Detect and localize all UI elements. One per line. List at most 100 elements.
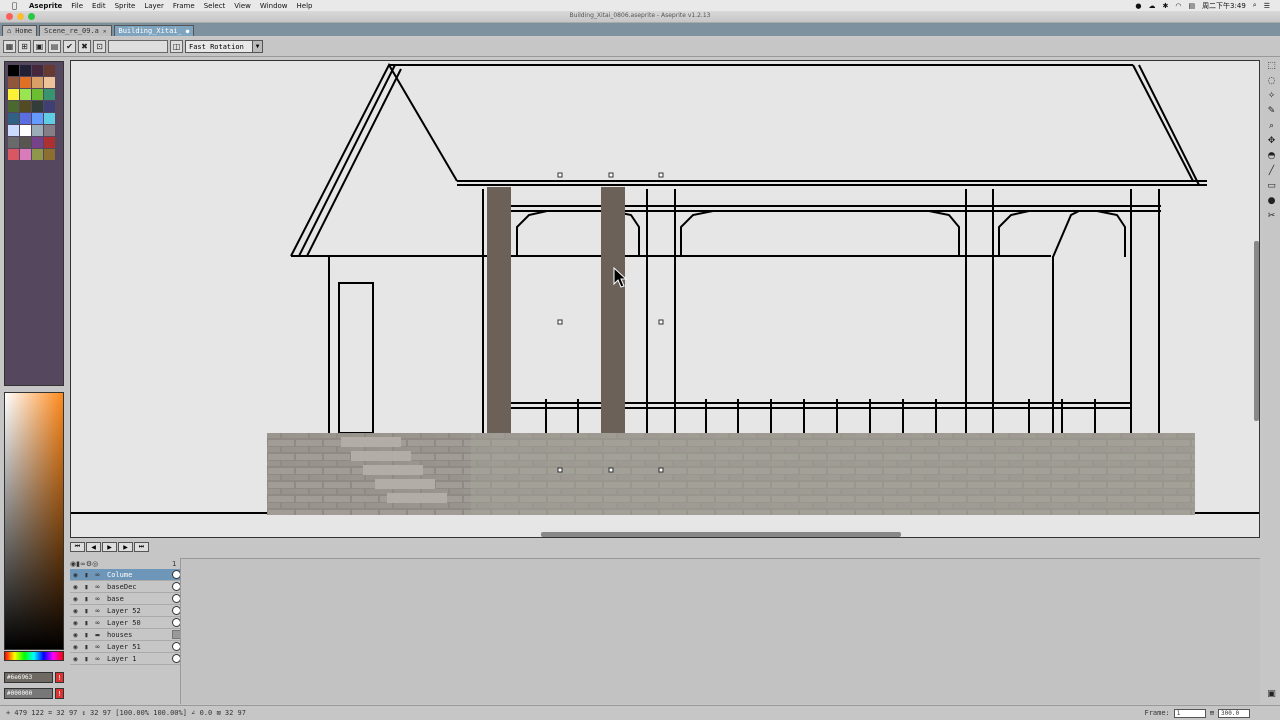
palette-swatch[interactable] bbox=[20, 77, 31, 88]
tab-building[interactable]: Building_Xitai_ ● bbox=[113, 25, 195, 36]
previous-frame-icon[interactable]: ◀ bbox=[86, 542, 101, 552]
menu-edit[interactable]: Edit bbox=[92, 2, 106, 10]
lock-icon[interactable]: ▮ bbox=[81, 583, 92, 591]
palette-swatch[interactable] bbox=[32, 101, 43, 112]
menu-help[interactable]: Help bbox=[297, 2, 313, 10]
layer-row[interactable]: ◉ ▮ ▬ houses bbox=[70, 629, 181, 641]
frame-header[interactable]: 1 bbox=[172, 560, 176, 568]
play-icon[interactable]: ▶ bbox=[102, 542, 117, 552]
palette-swatch[interactable] bbox=[20, 113, 31, 124]
bucket-tool-icon[interactable]: ◓ bbox=[1265, 150, 1278, 162]
first-frame-icon[interactable]: ⏮ bbox=[70, 542, 85, 552]
menu-window[interactable]: Window bbox=[260, 2, 288, 10]
menu-select[interactable]: Select bbox=[204, 2, 226, 10]
eye-icon[interactable]: ◉ bbox=[70, 619, 81, 627]
warning-icon[interactable]: ! bbox=[55, 672, 64, 683]
continuous-icon[interactable]: ∞ bbox=[92, 619, 103, 627]
sprite-editor[interactable] bbox=[70, 60, 1260, 538]
palette-swatch[interactable] bbox=[44, 101, 55, 112]
lasso-tool-icon[interactable]: ◌ bbox=[1265, 75, 1278, 87]
close-icon[interactable]: ✕ bbox=[103, 28, 107, 35]
continuous-icon[interactable]: ∞ bbox=[92, 655, 103, 663]
continuous-icon[interactable]: ∞ bbox=[92, 571, 103, 579]
continuous-icon[interactable]: ∞ bbox=[92, 643, 103, 651]
hue-slider[interactable] bbox=[4, 651, 64, 661]
zoom-input[interactable]: 300.0 bbox=[1218, 708, 1250, 718]
record-icon[interactable]: ● bbox=[1135, 2, 1141, 10]
lock-icon[interactable]: ▮ bbox=[81, 631, 92, 639]
palette-swatch[interactable] bbox=[20, 101, 31, 112]
vertical-scrollbar[interactable] bbox=[1254, 241, 1259, 421]
continuous-icon[interactable]: ∞ bbox=[92, 595, 103, 603]
horizontal-scrollbar[interactable] bbox=[541, 532, 901, 537]
apply-check-icon[interactable]: ✔ bbox=[63, 40, 76, 53]
palette-swatch[interactable] bbox=[44, 125, 55, 136]
background-color-swatch[interactable]: #000000 bbox=[4, 688, 53, 699]
transparent-color-icon[interactable]: ▦ bbox=[3, 40, 16, 53]
eye-icon[interactable]: ◉ bbox=[70, 631, 81, 639]
drop-pixels-icon[interactable]: ⊡ bbox=[93, 40, 106, 53]
input-source-icon[interactable]: ▤ bbox=[1188, 2, 1195, 10]
notification-center-icon[interactable]: ☰ bbox=[1264, 2, 1270, 10]
palette-swatch[interactable] bbox=[8, 113, 19, 124]
palette-swatch[interactable] bbox=[8, 65, 19, 76]
palette-swatch[interactable] bbox=[32, 65, 43, 76]
palette-swatch[interactable] bbox=[8, 77, 19, 88]
spotlight-icon[interactable]: ⌕ bbox=[1253, 1, 1257, 10]
palette-swatch[interactable] bbox=[32, 113, 43, 124]
menu-frame[interactable]: Frame bbox=[173, 2, 195, 10]
layer-row[interactable]: ◉ ▮ ∞ Layer 51 bbox=[70, 641, 181, 653]
layer-row[interactable]: ◉ ▮ ∞ Layer 50 bbox=[70, 617, 181, 629]
palette-swatch[interactable] bbox=[44, 77, 55, 88]
eye-icon[interactable]: ◉ bbox=[70, 643, 81, 651]
cloud-icon[interactable]: ☁ bbox=[1148, 2, 1155, 10]
rectangle-tool-icon[interactable]: ▭ bbox=[1265, 180, 1278, 192]
slice-tool-icon[interactable]: ✂ bbox=[1265, 210, 1278, 222]
color-picker-spectrum[interactable] bbox=[4, 392, 64, 650]
palette-swatch[interactable] bbox=[8, 149, 19, 160]
menu-sprite[interactable]: Sprite bbox=[115, 2, 136, 10]
move-tool-icon[interactable]: ✥ bbox=[1265, 135, 1278, 147]
palette-swatch[interactable] bbox=[8, 89, 19, 100]
palette-swatch[interactable] bbox=[44, 89, 55, 100]
layer-row[interactable]: ◉ ▮ ∞ Layer 52 bbox=[70, 605, 181, 617]
modified-dot-icon[interactable]: ● bbox=[186, 28, 190, 35]
blur-tool-icon[interactable]: ● bbox=[1265, 195, 1278, 207]
palette-swatch[interactable] bbox=[32, 125, 43, 136]
palette-swatch[interactable] bbox=[20, 137, 31, 148]
preview-window-icon[interactable]: ▣ bbox=[1265, 688, 1278, 700]
continuous-icon[interactable]: ∞ bbox=[92, 607, 103, 615]
palette-swatch[interactable] bbox=[44, 65, 55, 76]
palette-swatch[interactable] bbox=[44, 137, 55, 148]
palette-swatch[interactable] bbox=[44, 113, 55, 124]
palette-swatch[interactable] bbox=[8, 125, 19, 136]
lock-icon[interactable]: ▮ bbox=[81, 571, 92, 579]
next-frame-icon[interactable]: ▶ bbox=[118, 542, 133, 552]
eye-icon[interactable]: ◉ bbox=[70, 583, 81, 591]
eye-icon[interactable]: ◉ bbox=[70, 607, 81, 615]
eye-icon[interactable]: ◉ bbox=[70, 595, 81, 603]
apple-icon[interactable]:  bbox=[12, 1, 19, 10]
lock-icon[interactable]: ▮ bbox=[81, 643, 92, 651]
eye-icon[interactable]: ◉ bbox=[70, 655, 81, 663]
rotation-algorithm-select[interactable]: Fast Rotation ▼ bbox=[185, 40, 263, 53]
layer-row[interactable]: ◉ ▮ ∞ base bbox=[70, 593, 181, 605]
cancel-x-icon[interactable]: ✖ bbox=[78, 40, 91, 53]
warning-icon[interactable]: ! bbox=[55, 688, 64, 699]
layer-row[interactable]: ◉ ▮ ∞ Layer 1 bbox=[70, 653, 181, 665]
last-frame-icon[interactable]: ⏭ bbox=[134, 542, 149, 552]
marquee-tool-icon[interactable]: ⬚ bbox=[1265, 60, 1278, 72]
menu-layer[interactable]: Layer bbox=[144, 2, 164, 10]
palette-swatch[interactable] bbox=[32, 149, 43, 160]
lock-icon[interactable]: ▮ bbox=[81, 607, 92, 615]
palette-swatch[interactable] bbox=[32, 89, 43, 100]
palette-swatch[interactable] bbox=[20, 89, 31, 100]
tab-home[interactable]: ⌂ Home bbox=[2, 25, 38, 36]
frame-input[interactable]: 1 bbox=[1173, 708, 1206, 718]
folder-icon[interactable]: ▬ bbox=[92, 631, 103, 639]
menu-view[interactable]: View bbox=[234, 2, 251, 10]
zoom-tool-icon[interactable]: ⌕ bbox=[1265, 120, 1278, 132]
magic-wand-tool-icon[interactable]: ✧ bbox=[1265, 90, 1278, 102]
pivot-icon[interactable]: ⊞ bbox=[18, 40, 31, 53]
bluetooth-icon[interactable]: ✱ bbox=[1162, 2, 1168, 10]
